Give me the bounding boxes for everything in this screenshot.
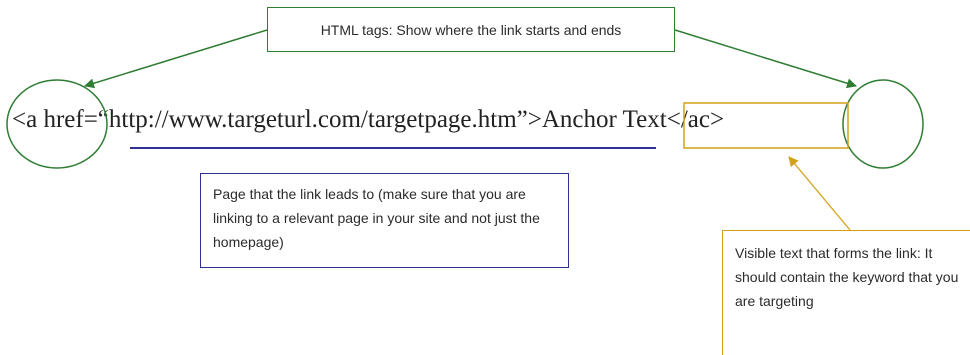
html-tags-callout-text: HTML tags: Show where the link starts an…	[320, 21, 622, 38]
open-tag-text: <a href=	[12, 106, 98, 133]
close-bracket-text: >	[527, 106, 542, 133]
html-link-code: <a href=“http://www.targeturl.com/target…	[12, 106, 724, 134]
arrow-to-anchor-text	[788, 156, 851, 231]
html-tags-callout: HTML tags: Show where the link starts an…	[267, 7, 675, 52]
close-tag-text: </ac>	[666, 106, 725, 133]
url-text: “http://www.targeturl.com/targetpage.htm…	[97, 106, 528, 133]
arrow-to-close-tag	[674, 29, 857, 89]
arrow-to-open-tag	[84, 29, 268, 89]
target-page-callout: Page that the link leads to (make sure t…	[200, 173, 569, 268]
close-tag-ellipse	[842, 79, 924, 169]
target-page-callout-text: Page that the link leads to (make sure t…	[213, 186, 540, 250]
anchor-text-callout-text: Visible text that forms the link: It sho…	[735, 245, 959, 309]
anchor-text-callout: Visible text that forms the link: It sho…	[722, 230, 970, 355]
anchor-text: Anchor Text	[541, 106, 667, 133]
